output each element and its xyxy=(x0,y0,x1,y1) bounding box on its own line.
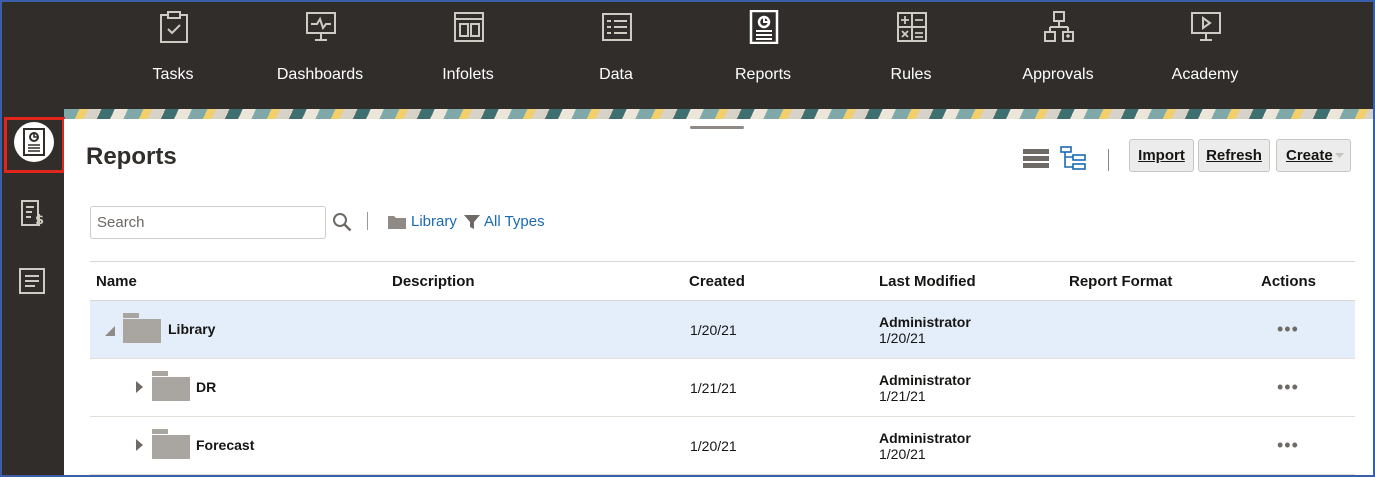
nav-item-infolets[interactable]: Infolets xyxy=(408,2,528,109)
row-created: 1/21/21 xyxy=(690,380,737,396)
row-created: 1/20/21 xyxy=(690,438,737,454)
column-header-report-format[interactable]: Report Format xyxy=(1069,273,1172,290)
row-created: 1/20/21 xyxy=(690,322,737,338)
nav-label-dashboards: Dashboards xyxy=(276,66,364,83)
data-grid-icon xyxy=(602,13,632,41)
nav-label-infolets: Infolets xyxy=(442,66,494,83)
nav-label-approvals: Approvals xyxy=(1022,66,1094,83)
rail-active-indicator xyxy=(14,122,54,162)
refresh-button[interactable]: Refresh xyxy=(1198,139,1270,172)
nav-item-dashboards[interactable]: Dashboards xyxy=(260,2,380,109)
document-icon[interactable] xyxy=(18,267,46,295)
column-header-actions: Actions xyxy=(1261,273,1317,290)
nav-label-rules: Rules xyxy=(890,66,932,83)
rules-calculator-icon xyxy=(897,12,927,42)
column-header-created[interactable]: Created xyxy=(689,273,745,290)
column-header-name[interactable]: Name xyxy=(96,273,137,290)
panel-drag-handle[interactable] xyxy=(690,126,744,129)
reports-icon xyxy=(749,10,779,44)
toolbar-divider xyxy=(1108,149,1109,171)
chevron-down-icon xyxy=(1335,153,1344,158)
search-input[interactable] xyxy=(90,206,326,239)
row-modified-by: Administrator xyxy=(879,372,971,388)
reports-panel: Reports Import Refresh Create Search Lib… xyxy=(64,119,1373,475)
financial-report-icon[interactable]: $ xyxy=(18,199,46,227)
tasks-clipboard-icon xyxy=(160,11,188,43)
nav-label-reports: Reports xyxy=(734,66,792,83)
row-modified-date: 1/21/21 xyxy=(879,388,926,404)
row-modified-date: 1/20/21 xyxy=(879,330,926,346)
nav-item-rules[interactable]: Rules xyxy=(851,2,971,109)
folder-icon xyxy=(388,215,406,229)
decorative-banner xyxy=(64,109,1373,119)
reports-icon xyxy=(23,128,45,156)
nav-item-approvals[interactable]: Approvals xyxy=(998,2,1118,109)
filter-funnel-icon xyxy=(464,214,480,229)
create-button-label: Create xyxy=(1286,147,1333,164)
table-row[interactable]: Library 1/20/21 Administrator 1/20/21 ••… xyxy=(90,301,1355,359)
nav-item-data[interactable]: Data xyxy=(556,2,676,109)
expand-triangle-icon[interactable] xyxy=(134,439,146,451)
import-button[interactable]: Import xyxy=(1129,139,1194,172)
top-navigation-bar: Tasks Dashboards Infolets Data Reports R… xyxy=(2,2,1373,109)
library-filter-label: Library xyxy=(411,213,457,230)
table-header: Name Description Created Last Modified R… xyxy=(90,261,1355,301)
nav-item-academy[interactable]: Academy xyxy=(1145,2,1265,109)
nav-label-tasks: Tasks xyxy=(152,66,194,83)
approvals-hierarchy-icon xyxy=(1044,11,1074,42)
type-filter-link[interactable]: All Types xyxy=(464,213,545,230)
nav-label-data: Data xyxy=(599,66,633,83)
infolets-icon xyxy=(454,12,484,42)
rail-item-reports[interactable] xyxy=(4,117,65,173)
left-rail: $ xyxy=(2,109,65,475)
dashboard-monitor-icon xyxy=(306,12,336,41)
row-actions-menu[interactable]: ••• xyxy=(1277,377,1299,398)
type-filter-label: All Types xyxy=(484,213,545,230)
filter-divider xyxy=(367,212,368,230)
collapse-triangle-icon[interactable] xyxy=(104,325,116,337)
nav-item-tasks[interactable]: Tasks xyxy=(113,2,233,109)
tree-view-icon[interactable] xyxy=(1059,146,1087,172)
page-title: Reports xyxy=(86,143,177,170)
folder-icon xyxy=(152,429,190,459)
table-row[interactable]: Forecast 1/20/21 Administrator 1/20/21 •… xyxy=(90,417,1355,475)
app-window: Tasks Dashboards Infolets Data Reports R… xyxy=(0,0,1375,477)
svg-text:$: $ xyxy=(35,213,44,227)
academy-video-icon xyxy=(1191,12,1221,41)
folder-icon xyxy=(123,313,161,343)
row-actions-menu[interactable]: ••• xyxy=(1277,319,1299,340)
row-name: DR xyxy=(196,379,217,395)
row-actions-menu[interactable]: ••• xyxy=(1277,435,1299,456)
list-view-icon[interactable] xyxy=(1022,146,1050,172)
row-modified-by: Administrator xyxy=(879,314,971,330)
folder-icon xyxy=(152,371,190,401)
search-icon[interactable] xyxy=(332,212,354,234)
nav-label-academy: Academy xyxy=(1171,66,1239,83)
row-name: Library xyxy=(168,321,216,337)
library-filter-link[interactable]: Library xyxy=(387,213,457,230)
nav-item-reports[interactable]: Reports xyxy=(703,2,823,109)
create-button[interactable]: Create xyxy=(1276,139,1351,172)
row-modified-by: Administrator xyxy=(879,430,971,446)
expand-triangle-icon[interactable] xyxy=(134,381,146,393)
row-name: Forecast xyxy=(196,437,255,453)
column-header-description[interactable]: Description xyxy=(392,273,475,290)
table-row[interactable]: DR 1/21/21 Administrator 1/21/21 ••• xyxy=(90,359,1355,417)
row-modified-date: 1/20/21 xyxy=(879,446,926,462)
column-header-last-modified[interactable]: Last Modified xyxy=(879,273,976,290)
